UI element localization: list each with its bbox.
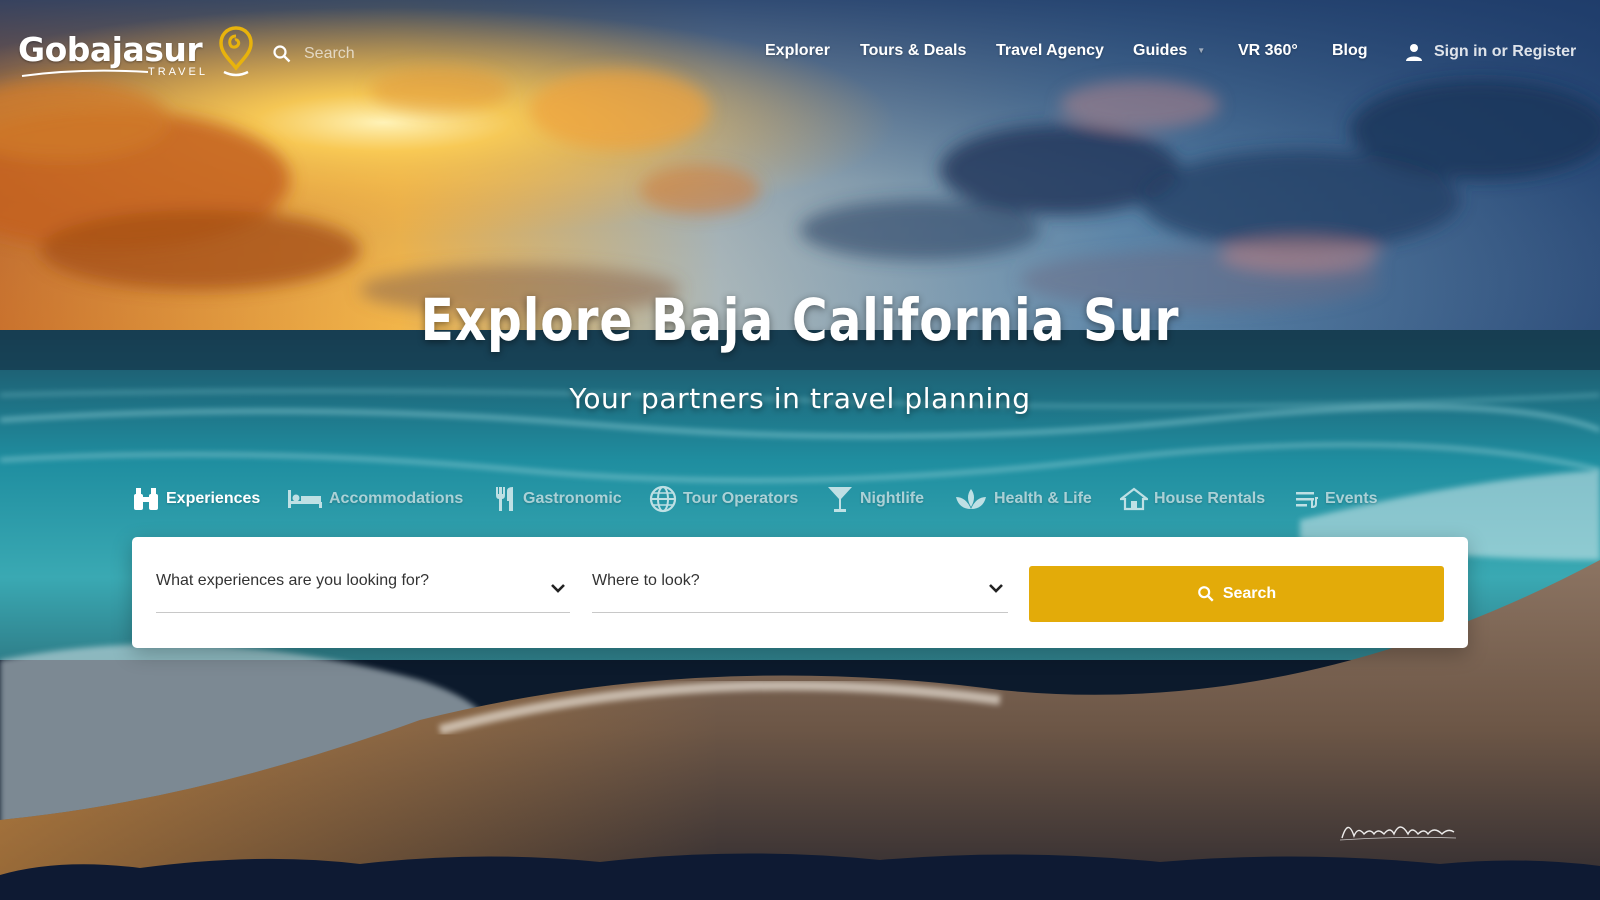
location-pin-icon <box>219 26 253 77</box>
utensils-icon <box>493 485 517 513</box>
nav-blog[interactable]: Blog <box>1332 42 1368 60</box>
tab-label: Gastronomic <box>523 490 622 507</box>
beach-sunset-image <box>0 0 1600 900</box>
location-select[interactable]: Where to look? <box>592 563 1008 613</box>
caret-down-icon: ▼ <box>1197 46 1206 56</box>
tab-health-life[interactable]: Health & Life <box>954 482 1092 516</box>
brand-name: Gobajasur <box>18 30 203 69</box>
chevron-down-icon <box>548 578 568 598</box>
cocktail-icon <box>826 485 854 513</box>
tab-events[interactable]: Events <box>1295 482 1377 516</box>
experience-select-label: What experiences are you looking for? <box>156 571 430 589</box>
search-input[interactable] <box>304 45 454 63</box>
brand-logo[interactable]: Gobajasur TRAVEL <box>18 26 258 86</box>
nav-tours-deals[interactable]: Tours & Deals <box>860 42 966 60</box>
search-button-label: Search <box>1222 585 1277 602</box>
nav-guides[interactable]: Guides ▼ <box>1133 42 1205 60</box>
tab-label: Accommodations <box>329 490 464 507</box>
location-select-label: Where to look? <box>592 571 700 589</box>
header-search[interactable] <box>272 40 472 68</box>
photographer-signature <box>1339 826 1457 841</box>
tab-label: Events <box>1325 490 1378 507</box>
tab-label: Nightlife <box>860 490 924 507</box>
logo-swoosh-icon <box>21 69 149 77</box>
hero-background <box>0 0 1600 900</box>
tab-experiences[interactable]: Experiences <box>132 482 260 516</box>
page-title: Explore Baja California Sur <box>420 286 1180 354</box>
search-panel: What experiences are you looking for? Wh… <box>132 537 1468 648</box>
tab-house-rentals[interactable]: House Rentals <box>1120 482 1265 516</box>
search-icon <box>1197 585 1215 603</box>
list-icon <box>1295 489 1319 509</box>
tab-nightlife[interactable]: Nightlife <box>826 482 924 516</box>
signin-label: Sign in or Register <box>1434 43 1577 60</box>
nav-guides-label: Guides <box>1133 42 1188 59</box>
globe-icon <box>649 485 677 513</box>
search-icon <box>272 43 294 65</box>
user-icon <box>1404 42 1424 62</box>
tab-gastronomic[interactable]: Gastronomic <box>493 482 622 516</box>
category-tabs: Experiences Accommodations Gastronomic T… <box>0 482 1600 516</box>
tab-label: Health & Life <box>994 490 1092 507</box>
tab-tour-operators[interactable]: Tour Operators <box>649 482 798 516</box>
nav-travel-agency[interactable]: Travel Agency <box>996 42 1104 60</box>
house-icon <box>1120 487 1148 511</box>
lotus-icon <box>954 487 988 511</box>
search-button[interactable]: Search <box>1029 566 1444 622</box>
experience-select[interactable]: What experiences are you looking for? <box>156 563 570 613</box>
signin-link[interactable]: Sign in or Register <box>1404 42 1576 62</box>
nav-explorer[interactable]: Explorer <box>765 42 830 60</box>
chevron-down-icon <box>986 578 1006 598</box>
tab-accommodations[interactable]: Accommodations <box>287 482 463 516</box>
binoculars-icon <box>132 486 160 512</box>
tab-label: Tour Operators <box>683 490 799 507</box>
page-subtitle: Your partners in travel planning <box>569 382 1031 415</box>
tab-label: Experiences <box>166 490 261 507</box>
bed-icon <box>287 488 323 510</box>
tab-label: House Rentals <box>1154 490 1266 507</box>
nav-vr360[interactable]: VR 360° <box>1238 42 1298 60</box>
brand-sub: TRAVEL <box>148 66 208 78</box>
